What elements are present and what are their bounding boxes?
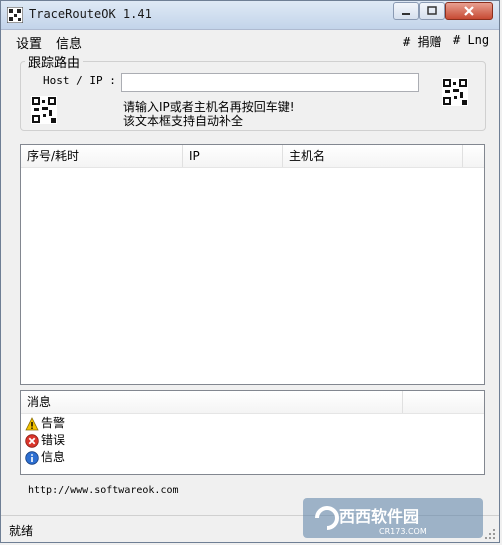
resize-grip-icon[interactable] (484, 528, 496, 540)
menu-bar: 设置 信息 # 捐赠 # Lng (1, 30, 499, 52)
message-item-warning[interactable]: 告警 (25, 415, 65, 432)
trace-route-group-label: 跟踪路由 (25, 52, 84, 71)
error-icon (25, 433, 39, 448)
minimize-button[interactable] (393, 2, 419, 20)
hint-line-2: 该文本框支持自动补全 (123, 114, 244, 128)
window-title: TraceRouteOK 1.41 (29, 7, 152, 21)
messages-panel[interactable]: 消息 告警 错误 信息 (20, 390, 485, 475)
watermark-site: CR173.COM (379, 527, 427, 536)
menu-donate[interactable]: # 捐赠 (403, 33, 441, 50)
qr-code-icon[interactable] (31, 96, 57, 124)
column-header-hostname[interactable]: 主机名 (283, 145, 463, 167)
trace-route-group (20, 61, 486, 131)
menu-info[interactable]: 信息 (56, 33, 82, 52)
warning-icon (25, 416, 39, 430)
status-text: 就绪 (9, 524, 34, 538)
info-icon (25, 450, 39, 465)
close-icon (464, 6, 474, 16)
message-item-error[interactable]: 错误 (25, 432, 65, 449)
menu-language[interactable]: # Lng (453, 33, 489, 47)
column-header-messages[interactable]: 消息 (21, 391, 403, 413)
title-bar[interactable]: TraceRouteOK 1.41 (1, 1, 499, 30)
app-icon (7, 7, 23, 23)
watermark-brand: 西西软件园 (339, 507, 419, 526)
host-ip-input[interactable] (121, 73, 419, 92)
message-label-info: 信息 (41, 450, 66, 464)
column-header-seq-time[interactable]: 序号/耗时 (21, 145, 183, 167)
maximize-icon (427, 6, 437, 15)
results-table-header: 序号/耗时 IP 主机名 (21, 145, 484, 168)
host-ip-label: Host / IP : (43, 74, 116, 87)
column-header-ip[interactable]: IP (183, 145, 283, 167)
results-table[interactable]: 序号/耗时 IP 主机名 (20, 144, 485, 385)
minimize-icon (402, 13, 410, 15)
website-link[interactable]: http://www.softwareok.com (28, 485, 179, 496)
watermark-logo: 西西软件园 CR173.COM (303, 498, 483, 538)
app-window: TraceRouteOK 1.41 设置 信息 # 捐赠 # Lng 跟踪路由 … (0, 0, 500, 543)
message-label-error: 错误 (41, 433, 66, 447)
messages-header: 消息 (21, 391, 484, 414)
maximize-button[interactable] (419, 2, 445, 20)
message-item-info[interactable]: 信息 (25, 449, 65, 466)
menu-settings[interactable]: 设置 (16, 33, 42, 52)
message-label-warning: 告警 (41, 416, 66, 430)
qr-code-icon-right[interactable] (442, 78, 468, 106)
close-button[interactable] (445, 2, 493, 20)
